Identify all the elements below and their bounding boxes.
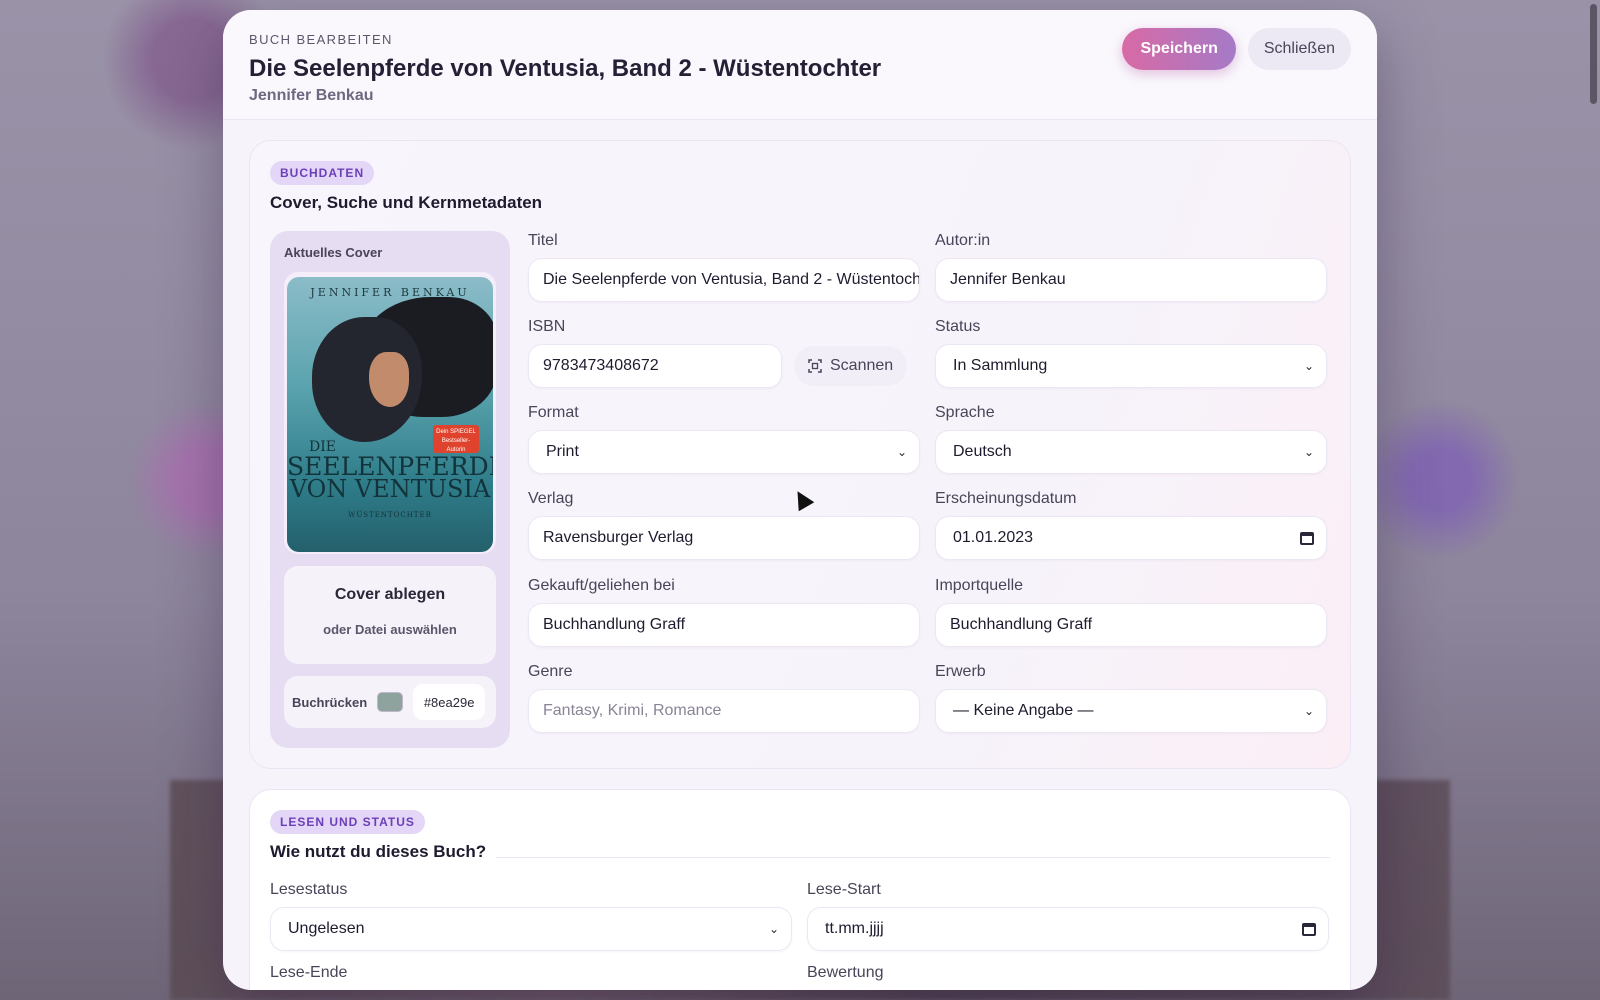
divider <box>496 857 1330 858</box>
header-actions: Speichern Schließen <box>1122 28 1351 70</box>
section-reading-status: LESEN UND STATUS Wie nutzt du dieses Buc… <box>249 789 1351 990</box>
rating-label: Bewertung <box>807 964 884 981</box>
cover-art-author: JENNIFER BENKAU <box>310 286 470 299</box>
isbn-label: ISBN <box>528 318 566 336</box>
section-title: Cover, Suche und Kernmetadaten <box>270 193 543 212</box>
language-label: Sprache <box>935 404 995 422</box>
release-date-input[interactable]: 01.01.2023 <box>935 516 1327 561</box>
author-input[interactable]: Jennifer Benkau <box>935 258 1327 302</box>
reading-status-select[interactable]: Ungelesen ⌄ <box>270 907 792 951</box>
cover-girl-face-shape <box>369 352 409 407</box>
modal-subtitle-author: Jennifer Benkau <box>249 87 374 104</box>
modal-body: BUCHDATEN Cover, Suche und Kernmetadaten… <box>223 120 1377 990</box>
status-select-value: In Sammlung <box>953 357 1048 375</box>
cover-label: Aktuelles Cover <box>284 245 383 260</box>
scan-icon <box>808 359 822 373</box>
reading-start-value: tt.mm.jjjj <box>825 920 884 937</box>
scan-button-label: Scannen <box>830 357 894 375</box>
cover-image: JENNIFER BENKAU Dein SPIEGEL Bestseller-… <box>287 277 493 552</box>
format-label: Format <box>528 404 579 422</box>
status-select[interactable]: In Sammlung ⌄ <box>935 344 1327 389</box>
chevron-down-icon: ⌄ <box>1303 445 1314 460</box>
publisher-label: Verlag <box>528 490 574 508</box>
page-scrollbar[interactable] <box>1590 4 1597 104</box>
language-select[interactable]: Deutsch ⌄ <box>935 430 1327 475</box>
cover-frame: JENNIFER BENKAU Dein SPIEGEL Bestseller-… <box>284 272 496 554</box>
spine-color-row: Buchrücken #8ea29e <box>284 676 496 728</box>
status-label: Status <box>935 318 981 336</box>
purchased-at-label: Gekauft/geliehen bei <box>528 576 675 594</box>
acquisition-label: Erwerb <box>935 662 986 680</box>
reading-fields: Lesestatus Ungelesen ⌄ Lese-Start tt.mm.… <box>270 880 1330 990</box>
title-input[interactable]: Die Seelenpferde von Ventusia, Band 2 - … <box>528 258 920 302</box>
cover-panel: Aktuelles Cover JENNIFER BENKAU Dein SPI… <box>270 231 510 748</box>
spine-color-input[interactable]: #8ea29e <box>413 684 486 720</box>
genre-label: Genre <box>528 662 573 680</box>
isbn-input[interactable]: 9783473408672 <box>528 344 782 389</box>
spine-label: Buchrücken <box>292 694 368 710</box>
cover-art-title-4: WÜSTENTOCHTER <box>348 511 432 519</box>
language-select-value: Deutsch <box>953 443 1012 461</box>
author-label: Autor:in <box>935 232 991 249</box>
dropzone-title: Cover ablegen <box>334 586 446 603</box>
close-button[interactable]: Schließen <box>1247 28 1351 70</box>
title-label: Titel <box>528 232 558 249</box>
release-date-label: Erscheinungsdatum <box>935 490 1077 508</box>
cover-art-title-3: VON VENTUSIA <box>289 475 491 503</box>
chevron-down-icon: ⌄ <box>1303 703 1314 718</box>
format-select-value: Print <box>546 443 579 461</box>
acquisition-select-value: — Keine Angabe — <box>953 701 1094 719</box>
section-title: Wie nutzt du dieses Buch? <box>270 842 487 861</box>
chevron-down-icon: ⌄ <box>896 445 907 460</box>
modal-header: BUCH BEARBEITEN Die Seelenpferde von Ven… <box>223 10 1377 120</box>
reading-start-label: Lese-Start <box>807 881 881 898</box>
book-fields: Titel Die Seelenpferde von Ventusia, Ban… <box>528 231 1330 748</box>
reading-status-value: Ungelesen <box>288 920 365 937</box>
acquisition-select[interactable]: — Keine Angabe — ⌄ <box>935 688 1327 733</box>
calendar-icon[interactable] <box>1302 922 1316 936</box>
scan-button[interactable]: Scannen <box>794 346 908 387</box>
section-badge: LESEN UND STATUS <box>270 810 425 834</box>
cover-dropzone[interactable]: Cover ablegen oder Datei auswählen <box>284 566 496 664</box>
genre-input[interactable]: Fantasy, Krimi, Romance <box>528 688 920 733</box>
reading-status-label: Lesestatus <box>270 881 348 898</box>
purchased-at-input[interactable]: Buchhandlung Graff <box>528 602 920 647</box>
chevron-down-icon: ⌄ <box>768 922 779 936</box>
publisher-input[interactable]: Ravensburger Verlag <box>528 516 920 561</box>
section-badge: BUCHDATEN <box>270 161 375 185</box>
calendar-icon[interactable] <box>1300 531 1314 545</box>
reading-start-input[interactable]: tt.mm.jjjj <box>807 907 1329 951</box>
section-book-data: BUCHDATEN Cover, Suche und Kernmetadaten… <box>249 140 1351 769</box>
dropzone-file-select[interactable]: oder Datei auswählen <box>284 622 496 637</box>
format-select[interactable]: Print ⌄ <box>528 430 920 475</box>
cover-art-title: DIE SEELENPFERDE VON VENTUSIA WÜSTENTOCH… <box>287 435 493 527</box>
import-source-label: Importquelle <box>935 576 1024 594</box>
save-button[interactable]: Speichern <box>1122 28 1236 70</box>
import-source-input[interactable]: Buchhandlung Graff <box>935 602 1327 647</box>
spine-color-swatch[interactable] <box>377 692 404 712</box>
release-date-value: 01.01.2023 <box>953 529 1034 547</box>
reading-end-label: Lese-Ende <box>270 964 348 981</box>
chevron-down-icon: ⌄ <box>1303 359 1314 374</box>
